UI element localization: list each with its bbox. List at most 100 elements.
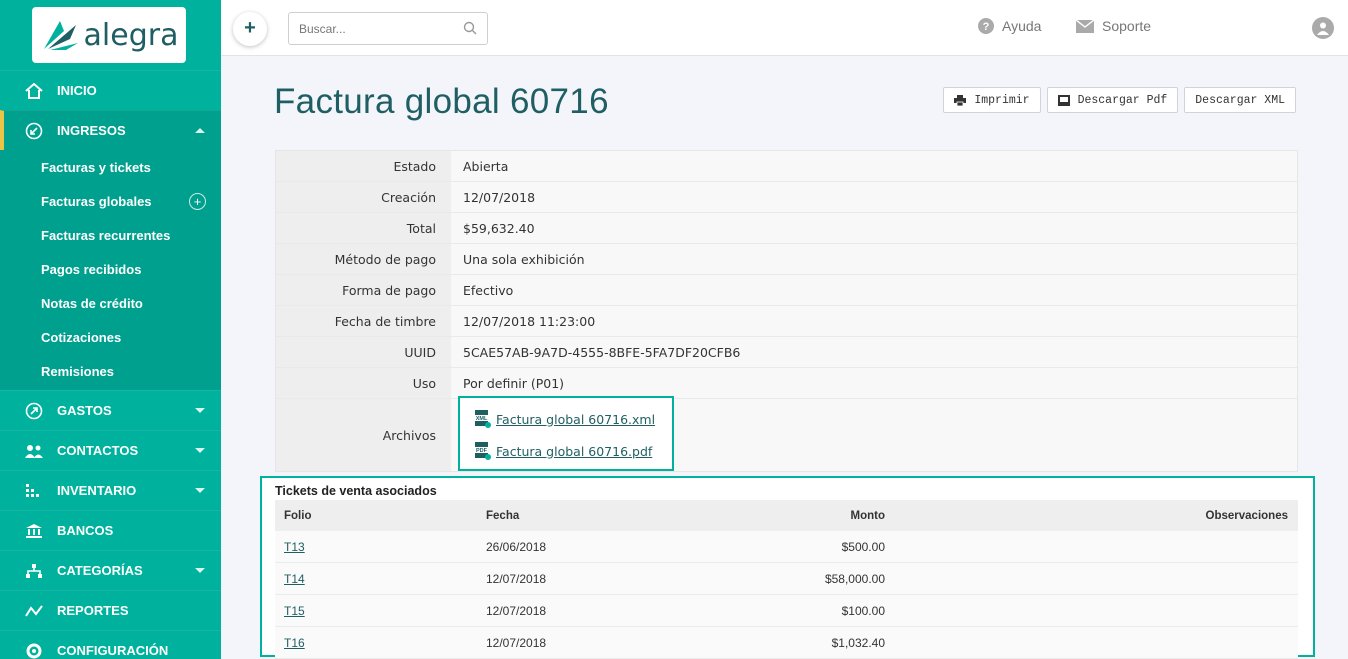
tickets-table: Folio Fecha Monto Observaciones T13 26/0… (275, 500, 1298, 659)
detail-value: Efectivo (451, 275, 1297, 305)
sidebar-item-inicio[interactable]: INICIO (0, 70, 221, 110)
xml-file-link[interactable]: XML Factura global 60716.xml (474, 403, 672, 435)
subitem-cotizaciones[interactable]: Cotizaciones (0, 320, 221, 354)
subitem-notas-credito[interactable]: Notas de crédito (0, 286, 221, 320)
chevron-down-icon (195, 488, 205, 493)
fecha-cell: 12/07/2018 (486, 603, 547, 618)
table-row: T14 12/07/2018 $58,000.00 (275, 563, 1298, 595)
contacts-icon (23, 442, 45, 460)
alegra-logo[interactable]: alegra (32, 7, 186, 63)
ticket-link[interactable]: T16 (284, 636, 305, 650)
sidebar-item-bancos[interactable]: BANCOS (0, 510, 221, 550)
associated-tickets: Tickets de venta asociados Folio Fecha M… (260, 476, 1315, 659)
bank-icon (23, 522, 45, 540)
detail-label: Creación (276, 182, 451, 212)
download-xml-button[interactable]: Descargar XML (1184, 87, 1296, 113)
sidebar-item-gastos[interactable]: GASTOS (0, 390, 221, 430)
logo-text: alegra (83, 17, 179, 53)
reports-icon (23, 602, 45, 620)
help-link[interactable]: ? Ayuda (978, 18, 1041, 34)
gear-icon (23, 642, 45, 659)
sidebar-item-label: GASTOS (57, 403, 112, 418)
sidebar: alegra INICIO INGRESOS Facturas y ticket… (0, 0, 221, 659)
detail-row-archivos: Archivos XML Factura global 60716.xml PD… (276, 396, 1297, 471)
table-row: T15 12/07/2018 $100.00 (275, 595, 1298, 627)
sidebar-item-categorias[interactable]: CATEGORÍAS (0, 550, 221, 590)
sidebar-item-label: INVENTARIO (57, 483, 137, 498)
detail-value: Por definir (P01) (451, 368, 1297, 398)
sidebar-item-contactos[interactable]: CONTACTOS (0, 430, 221, 470)
subitem-label: Pagos recibidos (41, 261, 142, 277)
column-header-folio: Folio (284, 509, 312, 522)
svg-text:?: ? (983, 21, 990, 33)
ticket-link[interactable]: T13 (284, 540, 305, 554)
detail-label: Uso (276, 368, 451, 398)
home-icon (23, 82, 45, 100)
subitem-pagos-recibidos[interactable]: Pagos recibidos (0, 252, 221, 286)
detail-value: Una sola exhibición (451, 244, 1297, 274)
subitem-facturas-tickets[interactable]: Facturas y tickets (0, 150, 221, 184)
detail-value: 5CAE57AB-9A7D-4555-8BFE-5FA7DF20CFB6 (451, 337, 1297, 367)
folio-cell: T14 (275, 572, 477, 586)
detail-value: 12/07/2018 11:23:00 (451, 306, 1297, 336)
subitem-facturas-globales[interactable]: Facturas globales + (0, 184, 221, 218)
folio-cell: T13 (275, 540, 477, 554)
tickets-title: Tickets de venta asociados (275, 484, 437, 498)
table-header: Folio Fecha Monto Observaciones (275, 500, 1298, 531)
subitem-label: Notas de crédito (41, 295, 143, 311)
column-header-monto: Monto (850, 509, 885, 522)
detail-row-uso: Uso Por definir (P01) (276, 368, 1297, 399)
print-button[interactable]: Imprimir (943, 87, 1041, 113)
sidebar-item-label: CONFIGURACIÓN (57, 643, 169, 658)
files-cell: XML Factura global 60716.xml PDF Factura… (451, 396, 1297, 471)
column-header-observaciones: Observaciones (1205, 509, 1288, 522)
download-pdf-label: Descargar Pdf (1077, 93, 1168, 107)
sidebar-item-reportes[interactable]: REPORTES (0, 590, 221, 630)
topbar: + ? Ayuda Soporte (221, 0, 1348, 56)
detail-value: $59,632.40 (451, 213, 1297, 243)
monto-cell: $500.00 (841, 539, 885, 554)
pdf-file-link[interactable]: PDF Factura global 60716.pdf (474, 435, 672, 467)
help-label: Ayuda (1002, 18, 1042, 34)
caret-up-icon (195, 128, 205, 133)
inventory-icon (23, 482, 45, 500)
subitem-remisiones[interactable]: Remisiones (0, 354, 221, 388)
page-title: Factura global 60716 (274, 82, 609, 121)
search-input[interactable] (289, 13, 449, 44)
sidebar-item-ingresos[interactable]: INGRESOS (0, 110, 221, 150)
user-avatar-icon[interactable] (1312, 17, 1334, 39)
subitem-label: Cotizaciones (41, 329, 122, 345)
table-row: T13 26/06/2018 $500.00 (275, 531, 1298, 563)
ticket-link[interactable]: T14 (284, 572, 305, 586)
sidebar-item-label: REPORTES (57, 603, 129, 618)
subitem-label: Facturas globales (41, 193, 152, 209)
sidebar-item-label: CATEGORÍAS (57, 563, 143, 578)
subitem-facturas-recurrentes[interactable]: Facturas recurrentes (0, 218, 221, 252)
monto-cell: $100.00 (841, 603, 885, 618)
sidebar-item-inventario[interactable]: INVENTARIO (0, 470, 221, 510)
folio-cell: T15 (275, 604, 477, 618)
folio-cell: T16 (275, 636, 477, 650)
ticket-link[interactable]: T15 (284, 604, 305, 618)
quick-add-button[interactable]: + (233, 12, 267, 46)
detail-row-estado: Estado Abierta (276, 151, 1297, 182)
subitem-label: Remisiones (41, 363, 114, 379)
search-box (288, 12, 488, 45)
invoice-actions: Imprimir Descargar Pdf Descargar XML (943, 87, 1296, 113)
support-label: Soporte (1102, 18, 1152, 34)
subitem-label: Facturas y tickets (41, 159, 151, 175)
detail-label: Estado (276, 151, 451, 181)
download-pdf-button[interactable]: Descargar Pdf (1046, 87, 1179, 113)
add-circle-icon[interactable]: + (189, 193, 206, 210)
subitem-label: Facturas recurrentes (41, 227, 171, 243)
support-link[interactable]: Soporte (1076, 18, 1151, 34)
chevron-down-icon (195, 448, 205, 453)
sidebar-item-configuracion[interactable]: CONFIGURACIÓN (0, 630, 221, 659)
detail-row-uuid: UUID 5CAE57AB-9A7D-4555-8BFE-5FA7DF20CFB6 (276, 337, 1297, 368)
search-icon[interactable] (463, 21, 477, 40)
detail-label: Forma de pago (276, 275, 451, 305)
svg-text:XML: XML (476, 416, 488, 422)
pdf-file-icon: PDF (474, 442, 491, 460)
sidebar-item-label: BANCOS (57, 523, 114, 538)
sidebar-nav: INICIO INGRESOS Facturas y tickets Factu… (0, 70, 221, 659)
